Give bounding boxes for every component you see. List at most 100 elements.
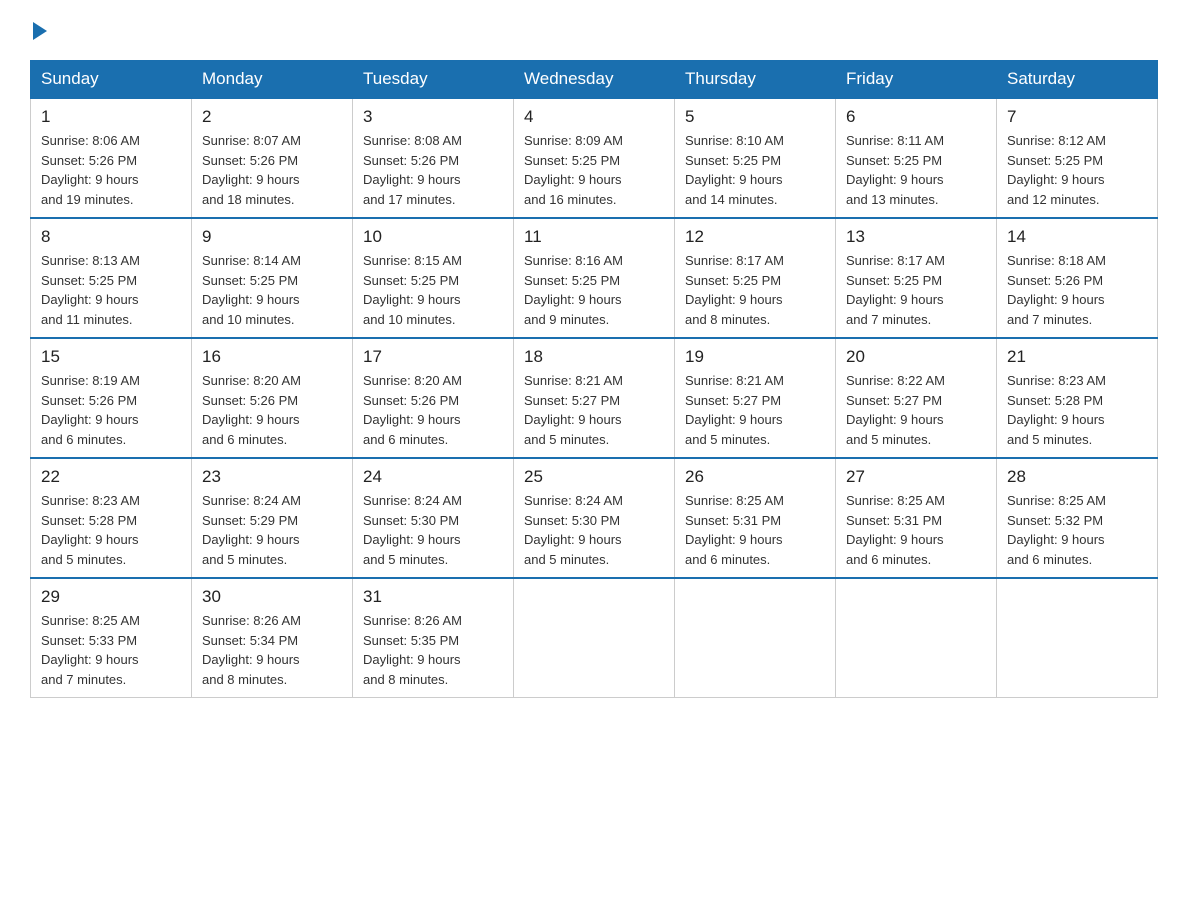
calendar-week-row: 1 Sunrise: 8:06 AMSunset: 5:26 PMDayligh… [31, 98, 1158, 218]
day-info: Sunrise: 8:08 AMSunset: 5:26 PMDaylight:… [363, 133, 462, 207]
calendar-day-cell [675, 578, 836, 698]
header-wednesday: Wednesday [514, 61, 675, 99]
calendar-table: SundayMondayTuesdayWednesdayThursdayFrid… [30, 60, 1158, 698]
calendar-day-cell: 13 Sunrise: 8:17 AMSunset: 5:25 PMDaylig… [836, 218, 997, 338]
day-info: Sunrise: 8:24 AMSunset: 5:30 PMDaylight:… [363, 493, 462, 567]
calendar-day-cell: 26 Sunrise: 8:25 AMSunset: 5:31 PMDaylig… [675, 458, 836, 578]
calendar-day-cell: 18 Sunrise: 8:21 AMSunset: 5:27 PMDaylig… [514, 338, 675, 458]
day-number: 22 [41, 467, 181, 487]
day-info: Sunrise: 8:17 AMSunset: 5:25 PMDaylight:… [685, 253, 784, 327]
logo-blue-text [30, 20, 47, 40]
day-number: 31 [363, 587, 503, 607]
day-info: Sunrise: 8:13 AMSunset: 5:25 PMDaylight:… [41, 253, 140, 327]
day-number: 15 [41, 347, 181, 367]
page-header [30, 20, 1158, 40]
day-info: Sunrise: 8:23 AMSunset: 5:28 PMDaylight:… [41, 493, 140, 567]
day-info: Sunrise: 8:25 AMSunset: 5:32 PMDaylight:… [1007, 493, 1106, 567]
calendar-header-row: SundayMondayTuesdayWednesdayThursdayFrid… [31, 61, 1158, 99]
calendar-day-cell: 29 Sunrise: 8:25 AMSunset: 5:33 PMDaylig… [31, 578, 192, 698]
calendar-day-cell: 28 Sunrise: 8:25 AMSunset: 5:32 PMDaylig… [997, 458, 1158, 578]
calendar-week-row: 22 Sunrise: 8:23 AMSunset: 5:28 PMDaylig… [31, 458, 1158, 578]
header-friday: Friday [836, 61, 997, 99]
day-info: Sunrise: 8:25 AMSunset: 5:31 PMDaylight:… [685, 493, 784, 567]
calendar-day-cell: 31 Sunrise: 8:26 AMSunset: 5:35 PMDaylig… [353, 578, 514, 698]
calendar-day-cell: 27 Sunrise: 8:25 AMSunset: 5:31 PMDaylig… [836, 458, 997, 578]
day-info: Sunrise: 8:21 AMSunset: 5:27 PMDaylight:… [524, 373, 623, 447]
day-number: 19 [685, 347, 825, 367]
calendar-day-cell: 17 Sunrise: 8:20 AMSunset: 5:26 PMDaylig… [353, 338, 514, 458]
day-number: 17 [363, 347, 503, 367]
day-number: 5 [685, 107, 825, 127]
header-thursday: Thursday [675, 61, 836, 99]
day-info: Sunrise: 8:20 AMSunset: 5:26 PMDaylight:… [363, 373, 462, 447]
day-number: 2 [202, 107, 342, 127]
logo [30, 20, 47, 40]
day-number: 26 [685, 467, 825, 487]
day-info: Sunrise: 8:21 AMSunset: 5:27 PMDaylight:… [685, 373, 784, 447]
day-number: 14 [1007, 227, 1147, 247]
calendar-day-cell [514, 578, 675, 698]
day-info: Sunrise: 8:14 AMSunset: 5:25 PMDaylight:… [202, 253, 301, 327]
calendar-day-cell: 25 Sunrise: 8:24 AMSunset: 5:30 PMDaylig… [514, 458, 675, 578]
day-number: 21 [1007, 347, 1147, 367]
calendar-day-cell: 24 Sunrise: 8:24 AMSunset: 5:30 PMDaylig… [353, 458, 514, 578]
calendar-day-cell: 19 Sunrise: 8:21 AMSunset: 5:27 PMDaylig… [675, 338, 836, 458]
day-number: 24 [363, 467, 503, 487]
day-info: Sunrise: 8:10 AMSunset: 5:25 PMDaylight:… [685, 133, 784, 207]
calendar-day-cell: 8 Sunrise: 8:13 AMSunset: 5:25 PMDayligh… [31, 218, 192, 338]
day-number: 9 [202, 227, 342, 247]
calendar-day-cell: 22 Sunrise: 8:23 AMSunset: 5:28 PMDaylig… [31, 458, 192, 578]
day-number: 11 [524, 227, 664, 247]
day-number: 28 [1007, 467, 1147, 487]
calendar-day-cell: 5 Sunrise: 8:10 AMSunset: 5:25 PMDayligh… [675, 98, 836, 218]
day-info: Sunrise: 8:24 AMSunset: 5:30 PMDaylight:… [524, 493, 623, 567]
calendar-day-cell: 15 Sunrise: 8:19 AMSunset: 5:26 PMDaylig… [31, 338, 192, 458]
day-info: Sunrise: 8:23 AMSunset: 5:28 PMDaylight:… [1007, 373, 1106, 447]
day-info: Sunrise: 8:06 AMSunset: 5:26 PMDaylight:… [41, 133, 140, 207]
day-number: 29 [41, 587, 181, 607]
day-info: Sunrise: 8:16 AMSunset: 5:25 PMDaylight:… [524, 253, 623, 327]
calendar-day-cell: 11 Sunrise: 8:16 AMSunset: 5:25 PMDaylig… [514, 218, 675, 338]
calendar-day-cell: 16 Sunrise: 8:20 AMSunset: 5:26 PMDaylig… [192, 338, 353, 458]
calendar-week-row: 8 Sunrise: 8:13 AMSunset: 5:25 PMDayligh… [31, 218, 1158, 338]
day-number: 3 [363, 107, 503, 127]
day-info: Sunrise: 8:15 AMSunset: 5:25 PMDaylight:… [363, 253, 462, 327]
calendar-day-cell: 10 Sunrise: 8:15 AMSunset: 5:25 PMDaylig… [353, 218, 514, 338]
day-number: 6 [846, 107, 986, 127]
calendar-day-cell: 14 Sunrise: 8:18 AMSunset: 5:26 PMDaylig… [997, 218, 1158, 338]
day-number: 27 [846, 467, 986, 487]
day-info: Sunrise: 8:25 AMSunset: 5:33 PMDaylight:… [41, 613, 140, 687]
calendar-day-cell: 2 Sunrise: 8:07 AMSunset: 5:26 PMDayligh… [192, 98, 353, 218]
calendar-week-row: 15 Sunrise: 8:19 AMSunset: 5:26 PMDaylig… [31, 338, 1158, 458]
day-number: 23 [202, 467, 342, 487]
calendar-day-cell: 9 Sunrise: 8:14 AMSunset: 5:25 PMDayligh… [192, 218, 353, 338]
day-number: 10 [363, 227, 503, 247]
day-info: Sunrise: 8:18 AMSunset: 5:26 PMDaylight:… [1007, 253, 1106, 327]
day-number: 4 [524, 107, 664, 127]
day-info: Sunrise: 8:11 AMSunset: 5:25 PMDaylight:… [846, 133, 944, 207]
calendar-day-cell: 12 Sunrise: 8:17 AMSunset: 5:25 PMDaylig… [675, 218, 836, 338]
calendar-day-cell [836, 578, 997, 698]
day-info: Sunrise: 8:12 AMSunset: 5:25 PMDaylight:… [1007, 133, 1106, 207]
calendar-day-cell: 6 Sunrise: 8:11 AMSunset: 5:25 PMDayligh… [836, 98, 997, 218]
day-info: Sunrise: 8:09 AMSunset: 5:25 PMDaylight:… [524, 133, 623, 207]
day-number: 7 [1007, 107, 1147, 127]
header-tuesday: Tuesday [353, 61, 514, 99]
day-info: Sunrise: 8:22 AMSunset: 5:27 PMDaylight:… [846, 373, 945, 447]
calendar-day-cell: 23 Sunrise: 8:24 AMSunset: 5:29 PMDaylig… [192, 458, 353, 578]
day-number: 1 [41, 107, 181, 127]
calendar-day-cell: 21 Sunrise: 8:23 AMSunset: 5:28 PMDaylig… [997, 338, 1158, 458]
day-info: Sunrise: 8:07 AMSunset: 5:26 PMDaylight:… [202, 133, 301, 207]
calendar-day-cell: 1 Sunrise: 8:06 AMSunset: 5:26 PMDayligh… [31, 98, 192, 218]
day-number: 8 [41, 227, 181, 247]
day-info: Sunrise: 8:26 AMSunset: 5:34 PMDaylight:… [202, 613, 301, 687]
calendar-day-cell: 30 Sunrise: 8:26 AMSunset: 5:34 PMDaylig… [192, 578, 353, 698]
calendar-day-cell [997, 578, 1158, 698]
day-number: 20 [846, 347, 986, 367]
header-monday: Monday [192, 61, 353, 99]
day-number: 13 [846, 227, 986, 247]
day-number: 12 [685, 227, 825, 247]
calendar-day-cell: 4 Sunrise: 8:09 AMSunset: 5:25 PMDayligh… [514, 98, 675, 218]
day-info: Sunrise: 8:24 AMSunset: 5:29 PMDaylight:… [202, 493, 301, 567]
calendar-day-cell: 7 Sunrise: 8:12 AMSunset: 5:25 PMDayligh… [997, 98, 1158, 218]
